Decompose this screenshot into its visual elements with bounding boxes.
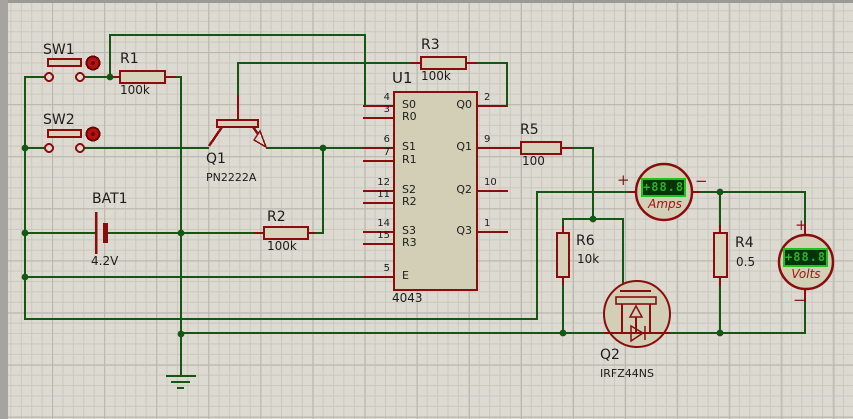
bat1-plate-short[interactable] [103,223,108,243]
q2-ref[interactable]: Q2 [600,347,620,363]
u1-pin-number-15: 15 [377,230,390,241]
q1-value[interactable]: PN2222A [206,171,256,184]
r5-value[interactable]: 100 [522,154,545,168]
u1-part[interactable]: 4043 [392,291,423,305]
junction-dot [21,229,29,237]
u1-pin-name-E: E [402,269,409,282]
sw2-contact-right[interactable] [75,143,85,153]
bat1-plate-long[interactable] [95,212,98,254]
u1-pin-number-2: 2 [484,92,491,103]
q1-emitter-arrow[interactable] [252,129,268,149]
u1-pin-number-14: 14 [377,218,390,229]
junction-dot [589,215,597,223]
voltmeter-plus-sign: + [795,216,808,234]
r2-body[interactable] [263,226,309,240]
u1-pin-number-1: 1 [484,218,491,229]
r1-ref[interactable]: R1 [120,51,139,67]
junction-dot [21,273,29,281]
sw1-contact-right[interactable] [75,72,85,82]
u1-pin-name-R1: R1 [402,153,417,166]
r2-ref[interactable]: R2 [267,209,286,225]
r1-body[interactable] [119,70,166,84]
u1-pin-name-Q0: Q0 [456,98,472,111]
ground-symbol[interactable] [166,375,196,389]
u1-pin-number-3: 3 [383,104,390,115]
voltmeter-reading: +88.8 [785,250,827,264]
sw1-bar[interactable] [47,58,82,67]
q1-ref[interactable]: Q1 [206,151,226,167]
q2-symbol[interactable] [603,280,671,348]
u1-pin-number-10: 10 [484,177,497,188]
u1-ref[interactable]: U1 [392,70,413,87]
ammeter-label: Amps [648,197,682,211]
junction-dot [177,330,185,338]
schematic-canvas[interactable]: SW1 SW2 R1 100k R2 100k R3 100k R5 100 R… [0,0,853,419]
u1-pin-number-7: 7 [383,147,390,158]
q1-base-bar[interactable] [216,119,259,128]
ammeter-plus-sign: + [617,171,630,189]
junction-dot [177,229,185,237]
r4-value[interactable]: 0.5 [736,255,755,269]
ammeter-minus-sign: − [695,172,708,190]
q1-symbol[interactable] [207,119,268,149]
r6-value[interactable]: 10k [577,252,599,266]
r3-ref[interactable]: R3 [421,37,440,53]
u1-pin-name-R2: R2 [402,195,417,208]
r4-body[interactable] [713,232,728,278]
ammeter-reading: +88.8 [643,180,685,194]
sw1-actuator-dot[interactable] [91,61,95,65]
sw1-contact-left[interactable] [44,72,54,82]
sw2-contact-left[interactable] [44,143,54,153]
u1-pin-name-Q1: Q1 [456,140,472,153]
q2-value[interactable]: IRFZ44NS [600,367,654,380]
sw2-actuator-dot[interactable] [91,132,95,136]
voltmeter-label: Volts [791,267,821,281]
u1-pin-number-9: 9 [484,134,491,145]
u1-pin-number-5: 5 [383,263,390,274]
u1-pin-name-R3: R3 [402,236,417,249]
r5-ref[interactable]: R5 [520,122,539,138]
sw2-bar[interactable] [47,129,82,138]
r3-value[interactable]: 100k [421,69,451,83]
junction-dot [106,73,114,81]
u1-pin-number-6: 6 [383,134,390,145]
r3-body[interactable] [420,56,467,70]
u1-pin-name-Q2: Q2 [456,183,472,196]
bat1-symbol[interactable] [95,212,108,254]
bat1-value[interactable]: 4.2V [91,254,118,268]
r1-value[interactable]: 100k [120,83,150,97]
r6-body[interactable] [556,232,570,278]
u1-pin-number-11: 11 [377,189,390,200]
r5-body[interactable] [520,141,562,155]
junction-dot [21,144,29,152]
junction-dot [716,329,724,337]
u1-pin-name-S1: S1 [402,140,416,153]
u1-pin-name-R0: R0 [402,110,417,123]
r6-ref[interactable]: R6 [576,233,595,249]
r4-ref[interactable]: R4 [735,235,754,251]
q1-collector-lead[interactable] [207,126,224,147]
u1-pin-number-12: 12 [377,177,390,188]
junction-dot [319,144,327,152]
u1-pin-name-Q3: Q3 [456,224,472,237]
u1-pin-number-4: 4 [383,92,390,103]
junction-dot [716,188,724,196]
junction-dot [559,329,567,337]
voltmeter-minus-sign: − [793,291,806,309]
sw2-ref[interactable]: SW2 [43,112,75,128]
r2-value[interactable]: 100k [267,239,297,253]
sw1-ref[interactable]: SW1 [43,42,75,58]
bat1-ref[interactable]: BAT1 [92,191,128,207]
